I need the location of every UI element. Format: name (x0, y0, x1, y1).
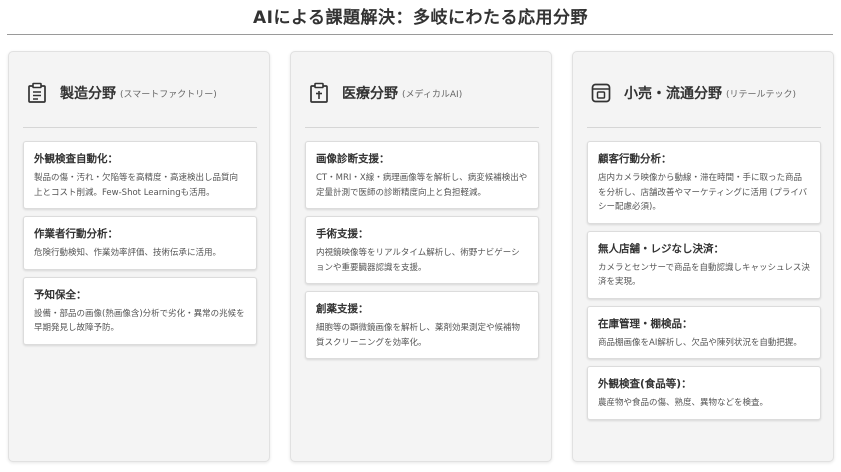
card-text: 商品棚画像をAI解析し、欠品や陳列状況を自動把握。 (598, 337, 802, 348)
info-card: 創薬支援： 細胞等の顕微鏡画像を解析し、薬剤効果測定や候補物質スクリーニングを効… (305, 291, 539, 359)
column-subtitle: (メディカルAI) (402, 89, 463, 100)
factory-icon (28, 82, 46, 103)
card-text: 設備・部品の画像(熱画像含)分析で劣化・異常の兆候を早期発見し故障予防。 (34, 308, 245, 334)
card-text: 危険行動検知、作業効率評価、技術伝承に活用。 (34, 248, 222, 258)
column-divider (23, 127, 257, 128)
info-card: 画像診断支援： CT・MRI・X線・病理画像等を解析し、病変候補検出や定量計測で… (305, 141, 539, 209)
column-manufacturing: 製造分野 (スマートファクトリー) 外観検査自動化： 製品の傷・汚れ・欠陥等を高… (8, 51, 270, 462)
column-divider (587, 127, 821, 128)
column-title: 製造分野 (60, 86, 116, 102)
card-list: 顧客行動分析： 店内カメラ映像から動線・滞在時間・手に取った商品を分析し、店舗改… (587, 141, 821, 427)
info-card: 外観検査(食品等)： 農産物や食品の傷、熟度、異物などを検査。 (587, 366, 821, 420)
card-text: 製品の傷・汚れ・欠陥等を高精度・高速検出し品質向上とコスト削減。Few-Shot… (34, 173, 239, 198)
column-subtitle: (リテールテック) (726, 89, 797, 100)
info-card: 在庫管理・棚検品： 商品棚画像をAI解析し、欠品や陳列状況を自動把握。 (587, 305, 821, 359)
card-title: 顧客行動分析： (598, 153, 672, 165)
card-title: 画像診断支援： (316, 153, 390, 165)
info-card: 外観検査自動化： 製品の傷・汚れ・欠陥等を高精度・高速検出し品質向上とコスト削減… (23, 141, 257, 209)
column-title: 小売・流通分野 (624, 86, 722, 102)
card-text: 農産物や食品の傷、熟度、異物などを検査。 (598, 398, 769, 408)
card-title: 無人店舗・レジなし決済： (598, 242, 724, 255)
card-text: 店内カメラ映像から動線・滞在時間・手に取った商品を分析し、店舗改善やマーケティン… (598, 173, 808, 212)
page-title: AIによる課題解決：多岐にわたる応用分野 (253, 8, 588, 28)
column-retail: 小売・流通分野 (リテールテック) 顧客行動分析： 店内カメラ映像から動線・滞在… (572, 51, 834, 462)
card-title: 手術支援： (316, 228, 369, 240)
card-title: 外観検査自動化： (34, 153, 118, 165)
card-list: 画像診断支援： CT・MRI・X線・病理画像等を解析し、病変候補検出や定量計測で… (305, 141, 539, 366)
card-title: 予知保全： (34, 288, 87, 301)
card-text: 内視鏡映像等をリアルタイム解析し、術野ナビゲーションや重要臓器認識を支援。 (316, 248, 520, 273)
title-divider (7, 34, 833, 35)
column-header: 医療分野 (メディカルAI) (307, 80, 537, 106)
card-text: カメラとセンサーで商品を自動認識しキャッシュレス決済を実現。 (598, 262, 810, 288)
info-card: 作業者行動分析： 危険行動検知、作業効率評価、技術伝承に活用。 (23, 216, 257, 270)
card-list: 外観検査自動化： 製品の傷・汚れ・欠陥等を高精度・高速検出し品質向上とコスト削減… (23, 141, 257, 352)
column-header: 製造分野 (スマートファクトリー) (25, 80, 255, 106)
column-divider (305, 127, 539, 128)
info-card: 顧客行動分析： 店内カメラ映像から動線・滞在時間・手に取った商品を分析し、店舗改… (587, 141, 821, 224)
info-card: 手術支援： 内視鏡映像等をリアルタイム解析し、術野ナビゲーションや重要臓器認識を… (305, 216, 539, 284)
card-title: 在庫管理・棚検品： (598, 317, 693, 330)
card-title: 創薬支援： (316, 303, 369, 315)
column-title: 医療分野 (342, 86, 398, 102)
card-text: 細胞等の顕微鏡画像を解析し、薬剤効果測定や候補物質スクリーニングを効率化。 (316, 323, 521, 348)
medical-icon (310, 82, 328, 103)
retail-icon (591, 83, 611, 103)
info-card: 予知保全： 設備・部品の画像(熱画像含)分析で劣化・異常の兆候を早期発見し故障予… (23, 276, 257, 345)
column-medical: 医療分野 (メディカルAI) 画像診断支援： CT・MRI・X線・病理画像等を解… (290, 51, 552, 462)
column-subtitle: (スマートファクトリー) (120, 89, 217, 100)
card-text: CT・MRI・X線・病理画像等を解析し、病変候補検出や定量計測で医師の診断精度向… (316, 173, 528, 198)
card-title: 作業者行動分析： (34, 228, 118, 240)
info-card: 無人店舗・レジなし決済： カメラとセンサーで商品を自動認識しキャッシュレス決済を… (587, 230, 821, 299)
column-header: 小売・流通分野 (リテールテック) (589, 80, 819, 106)
card-title: 外観検査(食品等)： (598, 378, 692, 390)
